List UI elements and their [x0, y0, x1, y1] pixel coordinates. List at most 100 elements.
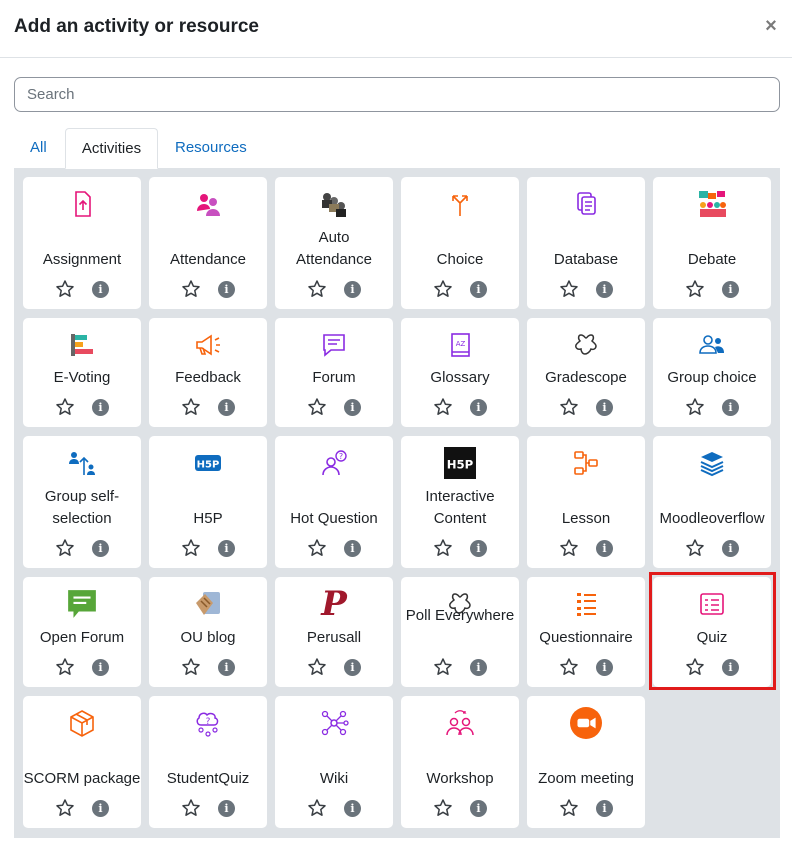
info-icon[interactable]: i: [92, 800, 109, 817]
tab-activities[interactable]: Activities: [65, 128, 158, 169]
info-icon[interactable]: i: [218, 540, 235, 557]
info-icon[interactable]: i: [344, 540, 361, 557]
questionnaire-icon: [527, 587, 645, 621]
activity-gradescope[interactable]: Gradescope i: [527, 318, 645, 427]
search-input[interactable]: [14, 77, 780, 112]
info-icon[interactable]: i: [218, 800, 235, 817]
info-icon[interactable]: i: [596, 399, 613, 416]
star-icon[interactable]: [181, 657, 201, 677]
star-icon[interactable]: [433, 397, 453, 417]
info-icon[interactable]: i: [92, 659, 109, 676]
info-icon[interactable]: i: [470, 659, 487, 676]
info-icon[interactable]: i: [722, 659, 739, 676]
info-icon[interactable]: i: [218, 399, 235, 416]
activity-database[interactable]: Database i: [527, 177, 645, 309]
info-icon[interactable]: i: [218, 281, 235, 298]
activity-assignment[interactable]: Assignment i: [23, 177, 141, 309]
activity-quiz[interactable]: Quiz i: [653, 577, 771, 687]
activity-group-choice[interactable]: Group choice i: [653, 318, 771, 427]
group-self-selection-icon: [23, 446, 141, 480]
activity-open-forum[interactable]: Open Forum i: [23, 577, 141, 687]
info-icon[interactable]: i: [344, 659, 361, 676]
activity-auto-attendance[interactable]: Auto Attendance i: [275, 177, 393, 309]
activity-questionnaire[interactable]: Questionnaire i: [527, 577, 645, 687]
info-icon[interactable]: i: [722, 540, 739, 557]
info-icon[interactable]: i: [596, 659, 613, 676]
tab-resources[interactable]: Resources: [159, 128, 263, 169]
info-icon[interactable]: i: [596, 540, 613, 557]
star-icon[interactable]: [307, 279, 327, 299]
info-icon[interactable]: i: [596, 800, 613, 817]
info-icon[interactable]: i: [470, 540, 487, 557]
activity-label: Database: [553, 251, 619, 268]
info-icon[interactable]: i: [722, 399, 739, 416]
activity-lesson[interactable]: Lesson i: [527, 436, 645, 568]
activity-glossary[interactable]: AZ Glossary i: [401, 318, 519, 427]
star-icon[interactable]: [55, 397, 75, 417]
info-icon[interactable]: i: [92, 281, 109, 298]
star-icon[interactable]: [433, 538, 453, 558]
activity-feedback[interactable]: Feedback i: [149, 318, 267, 427]
star-icon[interactable]: [55, 279, 75, 299]
star-icon[interactable]: [55, 538, 75, 558]
info-icon[interactable]: i: [596, 281, 613, 298]
info-icon[interactable]: i: [92, 540, 109, 557]
info-icon[interactable]: i: [344, 800, 361, 817]
activity-evoting[interactable]: E-Voting i: [23, 318, 141, 427]
close-button[interactable]: ×: [760, 14, 782, 38]
star-icon[interactable]: [559, 397, 579, 417]
activity-h5p[interactable]: H5P H5P i: [149, 436, 267, 568]
star-icon[interactable]: [559, 657, 579, 677]
zoom-meeting-icon: [527, 706, 645, 740]
activity-perusall[interactable]: P Perusall i: [275, 577, 393, 687]
star-icon[interactable]: [559, 798, 579, 818]
star-icon[interactable]: [307, 538, 327, 558]
star-icon[interactable]: [307, 397, 327, 417]
activity-group-self-selection[interactable]: Group self-selection i: [23, 436, 141, 568]
info-icon[interactable]: i: [218, 659, 235, 676]
activity-ou-blog[interactable]: OU blog i: [149, 577, 267, 687]
activity-poll-everywhere[interactable]: Poll Everywhere i: [401, 577, 519, 687]
activity-wiki[interactable]: Wiki i: [275, 696, 393, 828]
activity-debate[interactable]: Debate i: [653, 177, 771, 309]
star-icon[interactable]: [55, 657, 75, 677]
activity-label: Group self-selection: [44, 488, 120, 527]
star-icon[interactable]: [55, 798, 75, 818]
activity-attendance[interactable]: Attendance i: [149, 177, 267, 309]
activity-studentquiz[interactable]: ? StudentQuiz i: [149, 696, 267, 828]
star-icon[interactable]: [685, 279, 705, 299]
star-icon[interactable]: [559, 538, 579, 558]
info-icon[interactable]: i: [92, 399, 109, 416]
info-icon[interactable]: i: [470, 281, 487, 298]
star-icon[interactable]: [433, 657, 453, 677]
star-icon[interactable]: [685, 397, 705, 417]
star-icon[interactable]: [559, 279, 579, 299]
star-icon[interactable]: [433, 279, 453, 299]
activity-moodleoverflow[interactable]: Moodleoverflow i: [653, 436, 771, 568]
activity-forum[interactable]: Forum i: [275, 318, 393, 427]
star-icon[interactable]: [181, 538, 201, 558]
info-icon[interactable]: i: [722, 281, 739, 298]
info-icon[interactable]: i: [344, 281, 361, 298]
info-icon[interactable]: i: [344, 399, 361, 416]
star-icon[interactable]: [181, 397, 201, 417]
activity-scorm-package[interactable]: SCORM package i: [23, 696, 141, 828]
activity-zoom-meeting[interactable]: Zoom meeting i: [527, 696, 645, 828]
activity-interactive-content[interactable]: H5P Interactive Content i: [401, 436, 519, 568]
activity-workshop[interactable]: Workshop i: [401, 696, 519, 828]
choice-icon: [401, 187, 519, 221]
info-icon[interactable]: i: [470, 800, 487, 817]
star-icon[interactable]: [433, 798, 453, 818]
activity-label: Moodleoverflow: [659, 510, 765, 527]
star-icon[interactable]: [685, 657, 705, 677]
star-icon[interactable]: [181, 798, 201, 818]
star-icon[interactable]: [685, 538, 705, 558]
tab-all[interactable]: All: [14, 128, 63, 169]
star-icon[interactable]: [181, 279, 201, 299]
info-icon[interactable]: i: [470, 399, 487, 416]
debate-icon: [653, 187, 771, 221]
star-icon[interactable]: [307, 798, 327, 818]
star-icon[interactable]: [307, 657, 327, 677]
activity-hot-question[interactable]: ? Hot Question i: [275, 436, 393, 568]
activity-choice[interactable]: Choice i: [401, 177, 519, 309]
